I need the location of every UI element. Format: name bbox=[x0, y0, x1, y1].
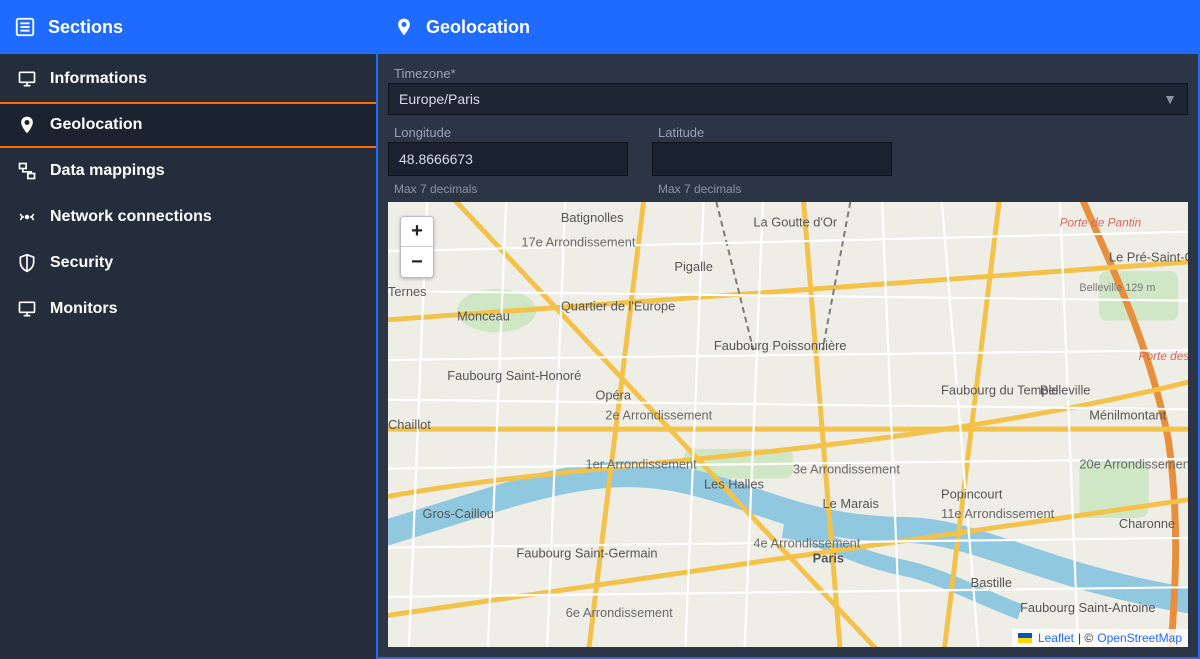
shield-icon bbox=[14, 252, 40, 274]
sidebar-item-label: Informations bbox=[50, 70, 147, 88]
leaflet-link[interactable]: Leaflet bbox=[1038, 631, 1074, 645]
osm-link[interactable]: OpenStreetMap bbox=[1097, 631, 1182, 645]
timezone-value: Europe/Paris bbox=[399, 91, 480, 107]
sections-header: Sections bbox=[0, 16, 376, 38]
page-title: Geolocation bbox=[426, 17, 530, 38]
svg-text:Ménilmontant: Ménilmontant bbox=[1089, 407, 1166, 422]
svg-text:Paris: Paris bbox=[813, 550, 844, 565]
svg-text:Les Halles: Les Halles bbox=[704, 476, 764, 491]
map-attribution: Leaflet | © OpenStreetMap bbox=[1012, 629, 1188, 647]
sidebar-item-label: Monitors bbox=[50, 300, 118, 318]
top-bar: Sections Geolocation bbox=[0, 0, 1200, 54]
page-header: Geolocation bbox=[376, 16, 1200, 38]
svg-text:5e Arrondissement: 5e Arrondissement bbox=[684, 644, 791, 647]
svg-text:Le Pré-Saint-Gervais: Le Pré-Saint-Gervais bbox=[1109, 249, 1188, 264]
svg-text:Bastille: Bastille bbox=[971, 575, 1012, 590]
sidebar-item-security[interactable]: Security bbox=[0, 240, 376, 286]
svg-text:Faubourg Saint-Honoré: Faubourg Saint-Honoré bbox=[447, 368, 581, 383]
svg-text:Le Marais: Le Marais bbox=[823, 496, 879, 511]
svg-text:Chaillot: Chaillot bbox=[388, 417, 431, 432]
sidebar-item-data-mappings[interactable]: Data mappings bbox=[0, 148, 376, 194]
svg-text:La Goutte d'Or: La Goutte d'Or bbox=[753, 215, 837, 230]
latitude-label: Latitude bbox=[658, 125, 892, 140]
sidebar-item-label: Data mappings bbox=[50, 162, 165, 180]
zoom-control: + − bbox=[400, 216, 434, 278]
longitude-input[interactable] bbox=[388, 142, 628, 176]
svg-text:3e Arrondissement: 3e Arrondissement bbox=[793, 462, 900, 477]
sidebar: Informations Geolocation Data mappings N… bbox=[0, 54, 376, 659]
zoom-in-button[interactable]: + bbox=[401, 217, 433, 247]
flag-icon bbox=[1018, 633, 1032, 643]
sidebar-item-network[interactable]: Network connections bbox=[0, 194, 376, 240]
svg-text:Monceau: Monceau bbox=[457, 309, 510, 324]
pin-icon bbox=[394, 16, 414, 38]
svg-text:Faubourg Saint-Antoine: Faubourg Saint-Antoine bbox=[1020, 600, 1155, 615]
chevron-down-icon: ▼ bbox=[1163, 91, 1177, 107]
sections-title: Sections bbox=[48, 17, 123, 38]
svg-text:Quartier de l'Europe: Quartier de l'Europe bbox=[561, 299, 675, 314]
sidebar-item-label: Network connections bbox=[50, 208, 212, 226]
svg-text:6e Arrondissement: 6e Arrondissement bbox=[566, 605, 673, 620]
svg-text:Ternes: Ternes bbox=[388, 284, 427, 299]
longitude-helper: Max 7 decimals bbox=[394, 182, 628, 196]
svg-text:Belleville 129 m: Belleville 129 m bbox=[1079, 282, 1155, 294]
monitor-icon bbox=[14, 69, 40, 89]
timezone-label: Timezone* bbox=[394, 66, 1188, 81]
svg-text:Popincourt: Popincourt bbox=[941, 486, 1003, 501]
timezone-select[interactable]: Europe/Paris ▼ bbox=[388, 83, 1188, 115]
latitude-helper: Max 7 decimals bbox=[658, 182, 892, 196]
main-panel: Timezone* Europe/Paris ▼ Longitude Max 7… bbox=[376, 54, 1200, 659]
svg-text:11e Arrondissement: 11e Arrondissement bbox=[941, 506, 1055, 521]
sidebar-item-label: Geolocation bbox=[50, 116, 142, 134]
svg-text:Belleville: Belleville bbox=[1040, 383, 1091, 398]
svg-text:Opéra: Opéra bbox=[595, 388, 632, 403]
svg-text:Porte des Lilas: Porte des Lilas bbox=[1139, 349, 1188, 363]
svg-text:1er Arrondissement: 1er Arrondissement bbox=[586, 457, 698, 472]
svg-text:Batignolles: Batignolles bbox=[561, 210, 624, 225]
mapping-icon bbox=[14, 161, 40, 181]
sidebar-item-label: Security bbox=[50, 254, 113, 272]
svg-text:20e Arrondissement: 20e Arrondissement bbox=[1079, 457, 1188, 472]
map-canvas: Batignolles 17e Arrondissement Ternes Mo… bbox=[388, 202, 1188, 647]
svg-text:Faubourg Saint-Germain: Faubourg Saint-Germain bbox=[516, 546, 657, 561]
map[interactable]: Batignolles 17e Arrondissement Ternes Mo… bbox=[388, 202, 1188, 647]
svg-text:Charonne: Charonne bbox=[1119, 516, 1175, 531]
svg-text:Pigalle: Pigalle bbox=[674, 259, 713, 274]
svg-text:Gros-Caillou: Gros-Caillou bbox=[423, 506, 494, 521]
svg-text:Faubourg Poissonnière: Faubourg Poissonnière bbox=[714, 338, 847, 353]
list-icon bbox=[14, 16, 36, 38]
latitude-input[interactable] bbox=[652, 142, 892, 176]
sidebar-item-geolocation[interactable]: Geolocation bbox=[0, 102, 376, 148]
zoom-out-button[interactable]: − bbox=[401, 247, 433, 277]
sidebar-item-informations[interactable]: Informations bbox=[0, 56, 376, 102]
longitude-label: Longitude bbox=[394, 125, 628, 140]
svg-text:4e Arrondissement: 4e Arrondissement bbox=[753, 536, 860, 551]
sidebar-item-monitors[interactable]: Monitors bbox=[0, 286, 376, 332]
svg-text:2e Arrondissement: 2e Arrondissement bbox=[605, 407, 712, 422]
svg-text:Porte de Pantin: Porte de Pantin bbox=[1060, 216, 1142, 230]
monitor-icon bbox=[14, 299, 40, 319]
pin-icon bbox=[14, 114, 40, 136]
attribution-sep: | © bbox=[1078, 631, 1093, 645]
network-icon bbox=[14, 208, 40, 226]
svg-text:17e Arrondissement: 17e Arrondissement bbox=[521, 234, 636, 249]
